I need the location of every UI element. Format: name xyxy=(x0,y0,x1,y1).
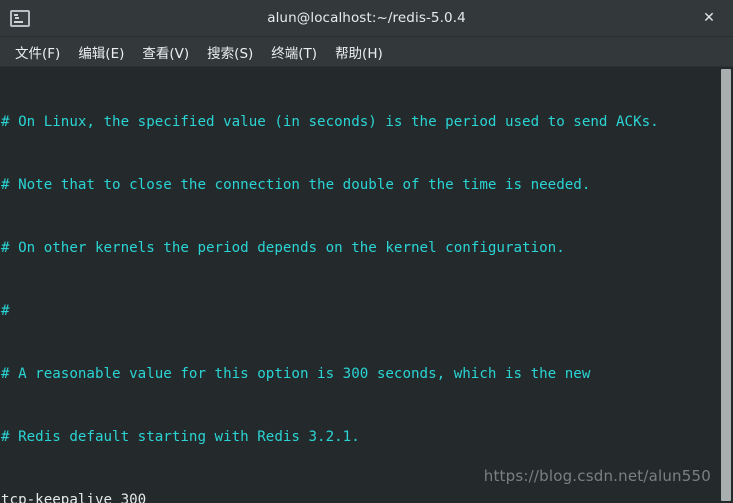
menu-item-view[interactable]: 查看(V) xyxy=(133,39,198,65)
terminal-line: # Redis default starting with Redis 3.2.… xyxy=(1,429,360,445)
menu-item-edit[interactable]: 编辑(E) xyxy=(69,39,133,65)
terminal-icon xyxy=(10,9,30,27)
menu-item-help[interactable]: 帮助(H) xyxy=(326,39,392,65)
terminal-body[interactable]: # On Linux, the specified value (in seco… xyxy=(0,67,733,503)
terminal-line: # xyxy=(1,303,10,319)
terminal-window: alun@localhost:~/redis-5.0.4 ✕ 文件(F) 编辑(… xyxy=(0,0,733,503)
menu-bar: 文件(F) 编辑(E) 查看(V) 搜索(S) 终端(T) 帮助(H) xyxy=(0,37,733,67)
terminal-line: # A reasonable value for this option is … xyxy=(1,366,591,382)
terminal-output[interactable]: # On Linux, the specified value (in seco… xyxy=(0,67,719,503)
terminal-line-config: tcp-keepalive 300 xyxy=(1,492,147,503)
close-icon[interactable]: ✕ xyxy=(699,8,719,28)
window-title: alun@localhost:~/redis-5.0.4 xyxy=(267,10,466,26)
menu-item-search[interactable]: 搜索(S) xyxy=(198,39,262,65)
scrollbar-thumb[interactable] xyxy=(721,69,731,501)
terminal-line: # Note that to close the connection the … xyxy=(1,177,591,193)
terminal-line: # On other kernels the period depends on… xyxy=(1,240,565,256)
terminal-line: # On Linux, the specified value (in seco… xyxy=(1,114,659,130)
title-bar: alun@localhost:~/redis-5.0.4 ✕ xyxy=(0,0,733,37)
menu-item-file[interactable]: 文件(F) xyxy=(6,39,69,65)
terminal-scrollbar[interactable] xyxy=(719,67,733,503)
menu-item-terminal[interactable]: 终端(T) xyxy=(262,39,326,65)
